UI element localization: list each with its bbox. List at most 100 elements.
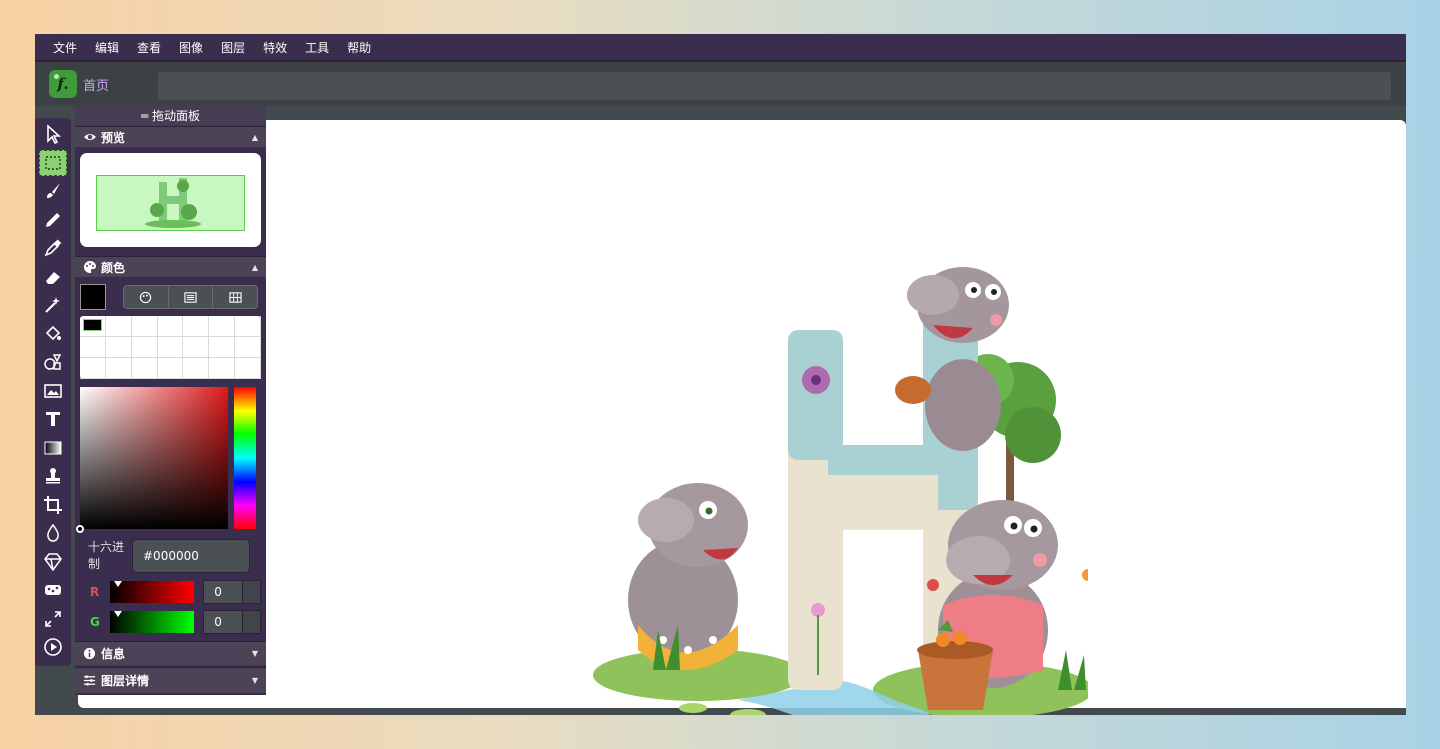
tool-play[interactable] bbox=[39, 634, 67, 660]
play-icon bbox=[44, 638, 62, 656]
palette-cell[interactable] bbox=[131, 316, 158, 337]
menu-view[interactable]: 查看 bbox=[137, 39, 161, 56]
palette-cell[interactable] bbox=[105, 358, 132, 379]
saturation-value-area[interactable] bbox=[76, 387, 228, 533]
canvas[interactable] bbox=[78, 120, 1406, 715]
mode-palette[interactable] bbox=[124, 286, 169, 308]
palette-cell[interactable] bbox=[80, 358, 106, 379]
palette-cell[interactable] bbox=[235, 358, 261, 379]
blur-drop-icon bbox=[47, 523, 59, 542]
expand-down-icon[interactable]: ▼ bbox=[252, 649, 258, 658]
channel-r-spinner[interactable] bbox=[243, 580, 261, 604]
palette-cell[interactable] bbox=[105, 337, 132, 358]
palette-cell[interactable] bbox=[80, 337, 106, 358]
tool-resize[interactable] bbox=[39, 606, 67, 632]
palette-icon bbox=[83, 260, 97, 274]
menu-file[interactable]: 文件 bbox=[53, 39, 77, 56]
preview-section-header[interactable]: 预览 ▲ bbox=[75, 126, 266, 147]
info-section-header[interactable]: 信息 ▼ bbox=[75, 641, 266, 665]
menu-effects[interactable]: 特效 bbox=[263, 39, 287, 56]
tab-home-label: 首页 bbox=[83, 78, 110, 94]
sponge-icon bbox=[45, 585, 61, 595]
side-panel: ═ 拖动面板 预览 ▲ 颜色 ▲ 十六进制 #000000 R 0 G 0 bbox=[75, 106, 266, 695]
tool-fill[interactable] bbox=[39, 321, 67, 347]
palette-cell[interactable] bbox=[183, 358, 210, 379]
resize-icon bbox=[45, 610, 61, 627]
channel-r-slider[interactable] bbox=[109, 581, 195, 603]
palette-cell[interactable] bbox=[235, 316, 261, 337]
color-top-row bbox=[75, 277, 266, 316]
sliders-icon bbox=[83, 674, 97, 688]
channel-g-row: G 0 bbox=[80, 610, 261, 634]
palette-icon bbox=[140, 291, 152, 303]
palette-cell[interactable] bbox=[209, 337, 236, 358]
magic-wand-icon bbox=[45, 297, 60, 313]
marquee-select-icon bbox=[45, 155, 61, 170]
tool-stamp[interactable] bbox=[39, 463, 67, 489]
layer-details-title: 图层详情 bbox=[101, 674, 150, 688]
sv-handle[interactable] bbox=[76, 525, 84, 533]
tool-magic-wand[interactable] bbox=[39, 292, 67, 318]
menu-edit[interactable]: 编辑 bbox=[95, 39, 119, 56]
eye-icon bbox=[83, 130, 97, 144]
palette-cell[interactable] bbox=[209, 316, 236, 337]
tab-strip bbox=[158, 72, 1391, 100]
pencil-icon bbox=[46, 212, 60, 227]
tool-eraser[interactable] bbox=[39, 264, 67, 290]
menu-image[interactable]: 图像 bbox=[179, 39, 203, 56]
tool-sponge[interactable] bbox=[39, 577, 67, 603]
expand-down-icon[interactable]: ▼ bbox=[252, 676, 258, 685]
tool-brush[interactable] bbox=[39, 178, 67, 204]
palette-cell[interactable] bbox=[157, 358, 184, 379]
channel-r-value[interactable]: 0 bbox=[203, 580, 244, 604]
tool-pencil[interactable] bbox=[39, 207, 67, 233]
collapse-up-icon[interactable]: ▲ bbox=[252, 133, 258, 142]
gradient-icon bbox=[44, 441, 62, 454]
drag-panel-handle[interactable]: ═ 拖动面板 bbox=[75, 106, 266, 126]
palette-cell[interactable] bbox=[235, 337, 261, 358]
tool-gradient[interactable] bbox=[39, 435, 67, 461]
tool-sharpen[interactable] bbox=[39, 549, 67, 575]
sharpen-icon bbox=[44, 552, 62, 571]
palette-cell[interactable] bbox=[183, 316, 210, 337]
palette-cell[interactable] bbox=[157, 316, 184, 337]
mode-grid[interactable] bbox=[213, 286, 257, 308]
color-section-header[interactable]: 颜色 ▲ bbox=[75, 256, 266, 277]
collapse-up-icon[interactable]: ▲ bbox=[252, 263, 258, 272]
palette-cell-selected[interactable] bbox=[80, 316, 106, 337]
tool-select[interactable] bbox=[39, 121, 67, 147]
palette-cell[interactable] bbox=[209, 358, 236, 379]
palette-cell[interactable] bbox=[131, 358, 158, 379]
channel-g-slider[interactable] bbox=[109, 611, 195, 633]
tool-eyedropper[interactable] bbox=[39, 235, 67, 261]
channel-r-label: R bbox=[90, 585, 100, 599]
menu-layer[interactable]: 图层 bbox=[221, 39, 245, 56]
tab-home[interactable]: f. 首页 bbox=[49, 70, 109, 98]
mode-list[interactable] bbox=[169, 286, 214, 308]
layer-details-section-header[interactable]: 图层详情 ▼ bbox=[75, 667, 266, 693]
palette-cell[interactable] bbox=[157, 337, 184, 358]
list-icon bbox=[184, 291, 197, 303]
current-color-swatch[interactable] bbox=[80, 284, 106, 310]
palette-cell[interactable] bbox=[183, 337, 210, 358]
preview-area[interactable] bbox=[80, 153, 261, 247]
color-title: 颜色 bbox=[101, 260, 126, 275]
channel-g-value[interactable]: 0 bbox=[203, 610, 244, 634]
tool-marquee[interactable] bbox=[39, 149, 67, 176]
palette-cell[interactable] bbox=[131, 337, 158, 358]
image-icon bbox=[44, 383, 62, 398]
menu-tools[interactable]: 工具 bbox=[305, 39, 329, 56]
tool-image[interactable] bbox=[39, 378, 67, 404]
hue-slider[interactable] bbox=[234, 387, 256, 529]
tool-blur[interactable] bbox=[39, 520, 67, 546]
menu-help[interactable]: 帮助 bbox=[347, 39, 371, 56]
eyedropper-icon bbox=[44, 239, 62, 257]
palette-cell[interactable] bbox=[105, 316, 132, 337]
collapsed-sections: 信息 ▼ 图层详情 ▼ bbox=[75, 641, 266, 693]
grid-icon bbox=[229, 291, 242, 303]
channel-g-spinner[interactable] bbox=[243, 610, 261, 634]
tool-shapes[interactable] bbox=[39, 349, 67, 375]
tool-crop[interactable] bbox=[39, 492, 67, 518]
hex-input[interactable] bbox=[132, 539, 250, 573]
tool-text[interactable] bbox=[39, 406, 67, 432]
